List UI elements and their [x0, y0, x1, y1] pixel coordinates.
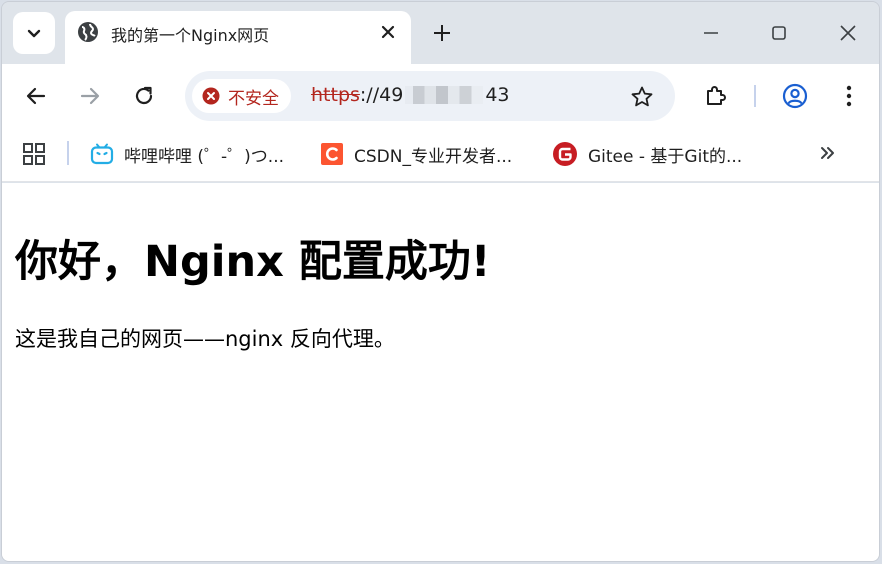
menu-button[interactable]: [833, 80, 865, 112]
profile-button[interactable]: [779, 80, 811, 112]
extensions-button[interactable]: [700, 80, 732, 112]
new-tab-button[interactable]: [428, 19, 456, 47]
bookmark-csdn[interactable]: CSDN_专业开发者...: [320, 139, 512, 169]
tab-search-button[interactable]: [13, 12, 55, 54]
maximize-icon: [772, 26, 786, 40]
warning-icon: [202, 87, 220, 105]
bookmark-label: CSDN_专业开发者...: [354, 146, 513, 167]
reload-button[interactable]: [127, 79, 161, 113]
url-separator: ://: [359, 84, 380, 106]
tab-title: 我的第一个Nginx网页: [111, 26, 270, 45]
url-redacted: [405, 86, 484, 104]
arrow-left-icon: [26, 87, 46, 105]
bookmark-label: Gitee - 基于Git的...: [588, 146, 743, 167]
close-icon: [381, 25, 395, 39]
close-icon: [840, 25, 856, 41]
tab-active[interactable]: 我的第一个Nginx网页: [65, 11, 411, 64]
star-icon: [631, 86, 653, 107]
bookmarks-bar: 哔哩哔哩 (゜-゜)つ... CSDN_专业开发者... Gitee - 基于G…: [2, 128, 879, 182]
puzzle-icon: [707, 86, 726, 105]
more-bookmarks-button[interactable]: [814, 140, 840, 166]
maximize-button[interactable]: [764, 19, 794, 47]
bookmark-gitee[interactable]: Gitee - 基于Git的...: [552, 139, 742, 169]
page-paragraph: 这是我自己的网页——nginx 反向代理。: [15, 327, 395, 351]
page-heading: 你好，Nginx 配置成功!: [15, 237, 491, 287]
tab-close-button[interactable]: [375, 19, 401, 45]
apps-grid-icon[interactable]: [22, 142, 46, 166]
url-host-start: 49: [379, 84, 404, 106]
minimize-icon: [704, 32, 718, 34]
chevron-double-right-icon: [821, 147, 834, 159]
bookmarks-divider: [67, 141, 69, 165]
plus-icon: [434, 25, 450, 41]
page-viewport: 你好，Nginx 配置成功! 这是我自己的网页——nginx 反向代理。: [2, 183, 879, 561]
bookmark-star-button[interactable]: [629, 84, 655, 110]
reload-icon: [135, 86, 153, 105]
url-scheme: https: [311, 84, 360, 106]
toolbar: 不安全 https :// 49 43: [2, 64, 879, 128]
bookmark-label: 哔哩哔哩 (゜-゜)つ...: [124, 146, 285, 167]
chevron-down-icon: [27, 29, 41, 38]
bookmark-bilibili[interactable]: 哔哩哔哩 (゜-゜)つ...: [90, 139, 284, 169]
globe-icon: [78, 22, 98, 42]
minimize-button[interactable]: [696, 19, 726, 47]
browser-window: 我的第一个Nginx网页 不安全 https:// 49 43 哔哩哔哩 (゜…: [1, 1, 880, 562]
window-close-button[interactable]: [833, 19, 863, 47]
forward-button[interactable]: [73, 79, 107, 113]
security-label: 不安全: [228, 88, 279, 109]
bilibili-icon: [90, 143, 114, 165]
back-button[interactable]: [19, 79, 53, 113]
csdn-icon: [321, 143, 343, 165]
url-text[interactable]: https :// 49 43: [311, 84, 510, 106]
arrow-right-icon: [80, 87, 100, 105]
security-chip[interactable]: 不安全: [192, 79, 291, 113]
address-bar[interactable]: 不安全 https :// 49 43: [185, 71, 675, 121]
toolbar-divider: [754, 85, 756, 107]
tab-strip: 我的第一个Nginx网页: [2, 2, 879, 64]
gitee-icon: [553, 142, 577, 166]
profile-icon: [782, 83, 808, 109]
url-host-end: 43: [485, 84, 510, 106]
more-vertical-icon: [846, 85, 852, 107]
